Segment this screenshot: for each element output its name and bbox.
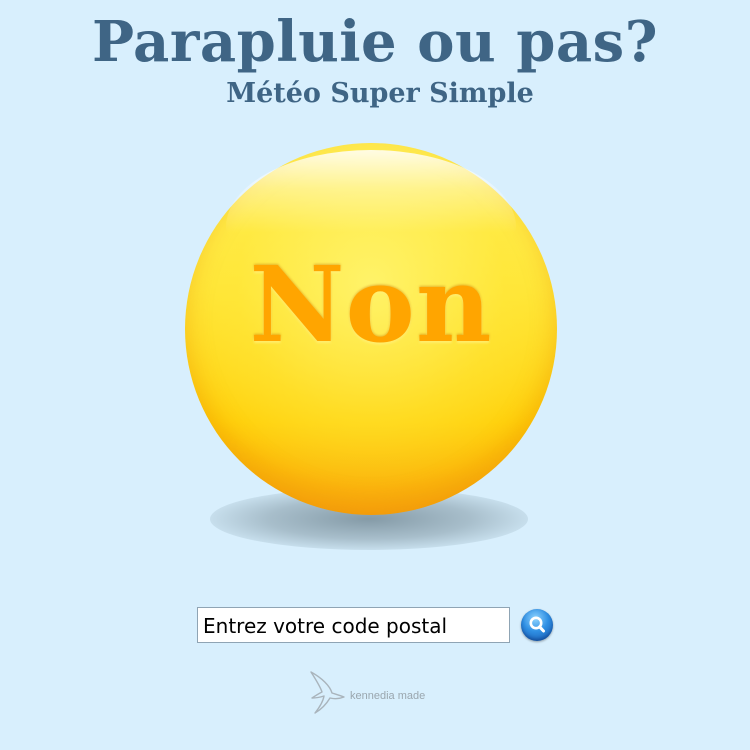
credit-text: kennedia made bbox=[350, 690, 426, 702]
page-subtitle: Météo Super Simple bbox=[226, 78, 534, 109]
bird-icon bbox=[310, 671, 345, 714]
answer-text: Non bbox=[249, 243, 493, 366]
search-button[interactable] bbox=[521, 609, 553, 641]
credit-logo[interactable]: kennedia made bbox=[308, 670, 448, 720]
page-title: Parapluie ou pas? bbox=[91, 9, 659, 75]
postal-code-input[interactable] bbox=[197, 607, 510, 643]
search-icon bbox=[529, 616, 545, 633]
